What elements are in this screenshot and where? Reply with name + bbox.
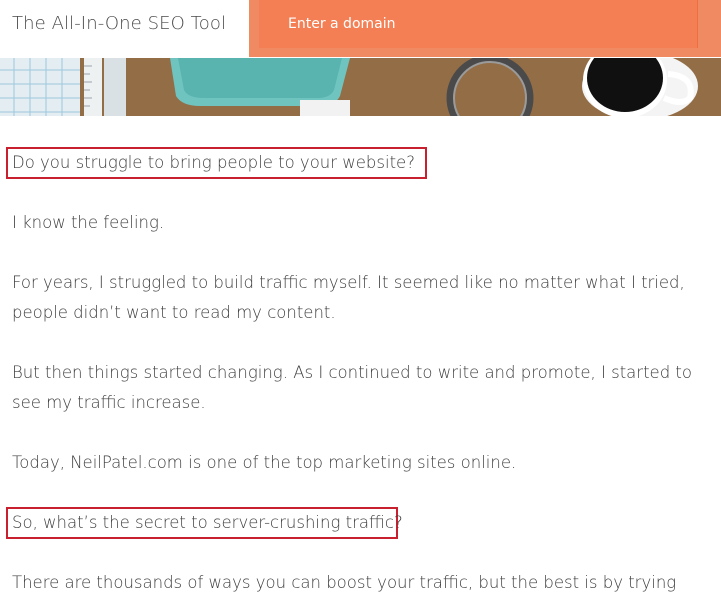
paper-note [300, 100, 350, 116]
desk-photo [0, 58, 721, 116]
article-paragraph: people didn’t want to read my content. [12, 303, 336, 322]
graph-paper [0, 58, 80, 116]
domain-search-panel [249, 0, 721, 57]
top-navigation-bar: The All-In-One SEO Tool [0, 0, 721, 58]
article-paragraph: There are thousands of ways you can boos… [12, 573, 677, 592]
article-paragraph: But then things started changing. As I c… [12, 363, 692, 382]
article-paragraph: Do you struggle to bring people to your … [12, 153, 415, 172]
domain-input-divider [697, 0, 698, 48]
ruler [84, 58, 102, 116]
domain-input[interactable] [259, 0, 697, 48]
article-paragraph: I know the feeling. [12, 213, 165, 232]
hero-image [0, 58, 721, 116]
article-paragraph: For years, I struggled to build traffic … [12, 273, 685, 292]
article-paragraph: see my traffic increase. [12, 393, 206, 412]
article-paragraph: Today, NeilPatel.com is one of the top m… [12, 453, 517, 472]
article-paragraph: So, what’s the secret to server-crushing… [12, 513, 403, 532]
brand-title[interactable]: The All-In-One SEO Tool [12, 13, 226, 34]
article-body: Do you struggle to bring people to your … [0, 116, 721, 603]
